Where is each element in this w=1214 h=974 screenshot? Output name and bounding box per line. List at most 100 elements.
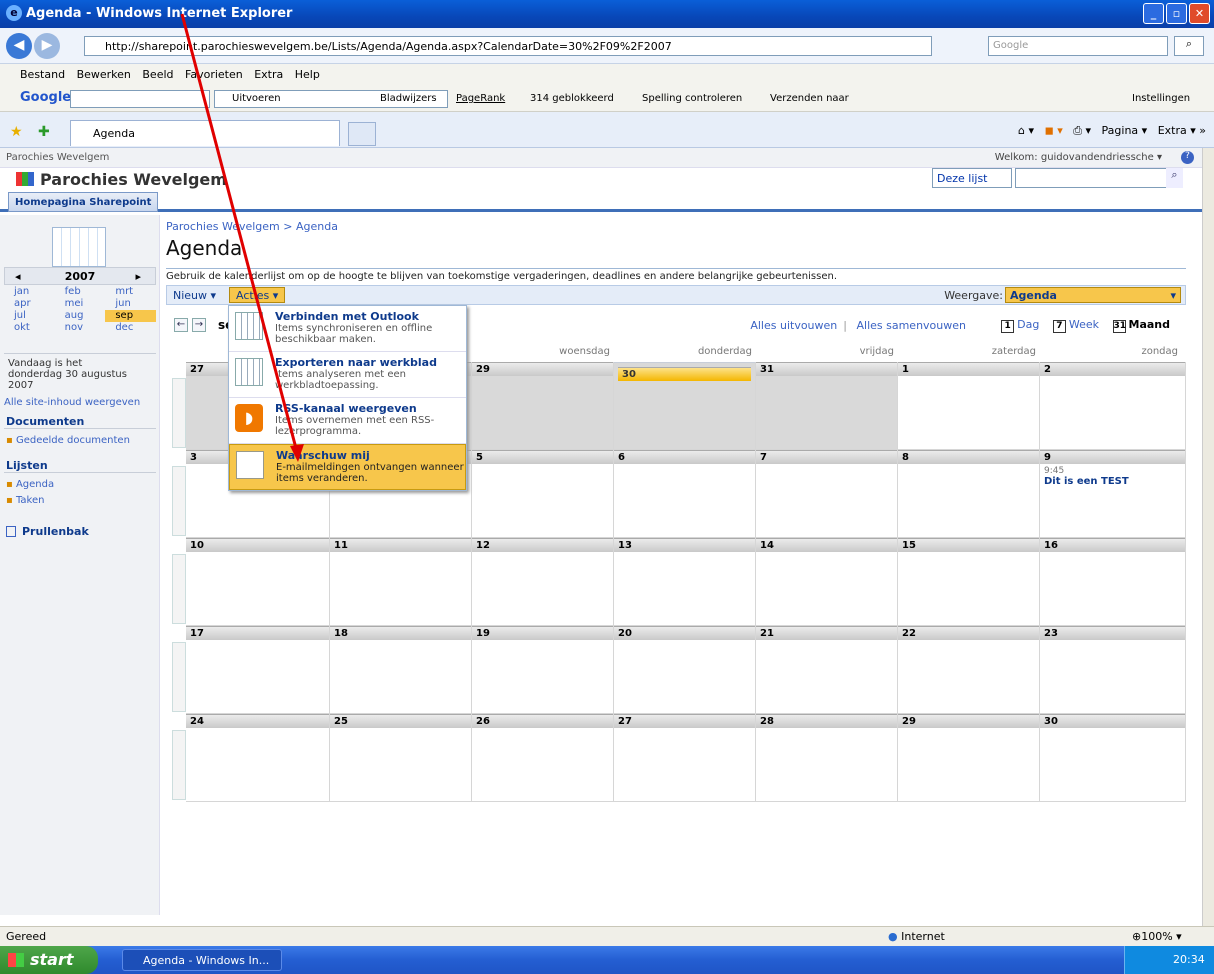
day-number[interactable]: 27 — [614, 714, 755, 728]
calendar-day-cell[interactable]: 18 — [330, 626, 472, 714]
week-bar[interactable] — [172, 378, 186, 448]
month-sep[interactable]: sep — [105, 310, 156, 322]
spellcheck-button[interactable]: Spelling controleren — [642, 93, 742, 104]
maximize-button[interactable]: ▫ — [1166, 3, 1187, 24]
day-number[interactable]: 18 — [330, 626, 471, 640]
nav-lists-heading[interactable]: Lijsten — [4, 457, 156, 473]
breadcrumb[interactable]: Parochies Wevelgem > Agenda — [166, 220, 338, 233]
web-search-input[interactable]: Google — [988, 36, 1168, 56]
month-mei[interactable]: mei — [55, 298, 106, 310]
prev-year-button[interactable]: ◂ — [15, 270, 21, 283]
calendar-day-cell[interactable]: 17 — [186, 626, 330, 714]
calendar-day-cell[interactable]: 31 — [756, 362, 898, 450]
menu-help[interactable]: Help — [295, 68, 320, 81]
nav-agenda[interactable]: Agenda — [6, 479, 54, 490]
day-number[interactable]: 30 — [618, 367, 751, 381]
day-number[interactable]: 9 — [1040, 450, 1185, 464]
recycle-bin-link[interactable]: Prullenbak — [6, 525, 89, 538]
calendar-day-cell[interactable]: 8 — [898, 450, 1040, 538]
window-title-bar[interactable]: e Agenda - Windows Internet Explorer _ ▫… — [0, 0, 1214, 28]
month-jun[interactable]: jun — [105, 298, 156, 310]
month-dec[interactable]: dec — [105, 322, 156, 334]
home-icon[interactable]: ⌂ ▾ — [1018, 124, 1034, 137]
month-jul[interactable]: jul — [4, 310, 55, 322]
new-tab-button[interactable] — [348, 122, 376, 146]
calendar-day-cell[interactable]: 12 — [472, 538, 614, 626]
google-search-input[interactable] — [70, 90, 210, 108]
new-menu-button[interactable]: Nieuw ▾ — [173, 289, 216, 302]
day-number[interactable]: 28 — [756, 714, 897, 728]
calendar-day-cell[interactable]: 13 — [614, 538, 756, 626]
start-button[interactable]: start — [0, 946, 98, 974]
day-number[interactable]: 15 — [898, 538, 1039, 552]
favorites-star-icon[interactable]: ★ — [10, 124, 23, 140]
page-scrollbar[interactable] — [1202, 148, 1214, 926]
menu-connect-outlook[interactable]: Verbinden met Outlook Items synchroniser… — [229, 306, 466, 352]
day-number[interactable]: 31 — [756, 362, 897, 376]
calendar-day-cell[interactable]: 25 — [330, 714, 472, 802]
close-button[interactable]: ✕ — [1189, 3, 1210, 24]
site-search-input[interactable] — [1015, 168, 1183, 188]
site-link[interactable]: Parochies Wevelgem — [6, 152, 109, 163]
menu-alert-me[interactable]: Waarschuw mij E-mailmeldingen ontvangen … — [229, 444, 466, 490]
tools-menu[interactable]: Extra — [1158, 124, 1187, 137]
calendar-day-cell[interactable]: 2 — [1040, 362, 1186, 450]
day-number[interactable]: 29 — [898, 714, 1039, 728]
day-number[interactable]: 20 — [614, 626, 755, 640]
calendar-day-cell[interactable]: 26 — [472, 714, 614, 802]
calendar-day-cell[interactable]: 9 9:45 Dit is een TEST — [1040, 450, 1186, 538]
calendar-day-cell[interactable]: 30 — [614, 362, 756, 450]
day-number[interactable]: 12 — [472, 538, 613, 552]
day-number[interactable]: 11 — [330, 538, 471, 552]
calendar-day-cell[interactable]: 5 — [472, 450, 614, 538]
menu-rss-feed[interactable]: ◗ RSS-kanaal weergeven Items overnemen m… — [229, 398, 466, 444]
nav-tasks[interactable]: Taken — [6, 495, 45, 506]
view-select[interactable]: Agenda ▾ — [1005, 287, 1181, 303]
month-nov[interactable]: nov — [55, 322, 106, 334]
day-number[interactable]: 23 — [1040, 626, 1185, 640]
calendar-day-cell[interactable]: 30 — [1040, 714, 1186, 802]
run-button[interactable]: Uitvoeren — [232, 93, 281, 104]
forward-button[interactable]: ▶ — [34, 33, 60, 59]
expand-all-link[interactable]: Alles uitvouwen — [750, 319, 837, 332]
calendar-day-cell[interactable]: 11 — [330, 538, 472, 626]
print-icon[interactable]: ⎙ ▾ — [1073, 124, 1091, 137]
calendar-day-cell[interactable]: 24 — [186, 714, 330, 802]
day-number[interactable]: 29 — [472, 362, 613, 376]
minimize-button[interactable]: _ — [1143, 3, 1164, 24]
calendar-day-cell[interactable]: 27 — [614, 714, 756, 802]
day-number[interactable]: 24 — [186, 714, 329, 728]
week-bar[interactable] — [172, 466, 186, 536]
calendar-day-cell[interactable]: 16 — [1040, 538, 1186, 626]
url-input[interactable]: http://sharepoint.parochieswevelgem.be/L… — [84, 36, 932, 56]
calendar-day-cell[interactable]: 14 — [756, 538, 898, 626]
calendar-day-cell[interactable]: 1 — [898, 362, 1040, 450]
day-number[interactable]: 7 — [756, 450, 897, 464]
collapse-all-link[interactable]: Alles samenvouwen — [856, 319, 966, 332]
day-view-link[interactable]: Dag — [1017, 318, 1039, 331]
day-number[interactable]: 22 — [898, 626, 1039, 640]
nav-documents-heading[interactable]: Documenten — [4, 413, 156, 429]
site-search-button[interactable]: ⌕ — [1166, 168, 1183, 188]
month-aug[interactable]: aug — [55, 310, 106, 322]
calendar-day-cell[interactable]: 29 — [898, 714, 1040, 802]
calendar-day-cell[interactable]: 15 — [898, 538, 1040, 626]
welcome-menu[interactable]: Welkom: guidovandendriessche ▾ — [995, 152, 1162, 163]
week-bar[interactable] — [172, 642, 186, 712]
bookmarks-button[interactable]: Bladwijzers — [380, 93, 437, 104]
site-title[interactable]: Parochies Wevelgem — [16, 170, 227, 189]
help-icon[interactable]: ? — [1181, 151, 1194, 164]
day-number[interactable]: 13 — [614, 538, 755, 552]
day-view-icon[interactable]: 1 — [1001, 320, 1015, 333]
calendar-day-cell[interactable]: 23 — [1040, 626, 1186, 714]
calendar-day-cell[interactable]: 22 — [898, 626, 1040, 714]
calendar-day-cell[interactable]: 29 — [472, 362, 614, 450]
pagerank-indicator[interactable]: PageRank — [456, 93, 505, 104]
menu-tools[interactable]: Extra — [254, 68, 283, 81]
all-site-content-link[interactable]: Alle site-inhoud weergeven — [4, 397, 156, 408]
taskbar-item-ie[interactable]: Agenda - Windows In... — [122, 949, 282, 971]
month-apr[interactable]: apr — [4, 298, 55, 310]
page-menu[interactable]: Pagina — [1102, 124, 1139, 137]
zoom-control[interactable]: ⊕100% ▾ — [1132, 930, 1182, 943]
calendar-day-cell[interactable]: 28 — [756, 714, 898, 802]
